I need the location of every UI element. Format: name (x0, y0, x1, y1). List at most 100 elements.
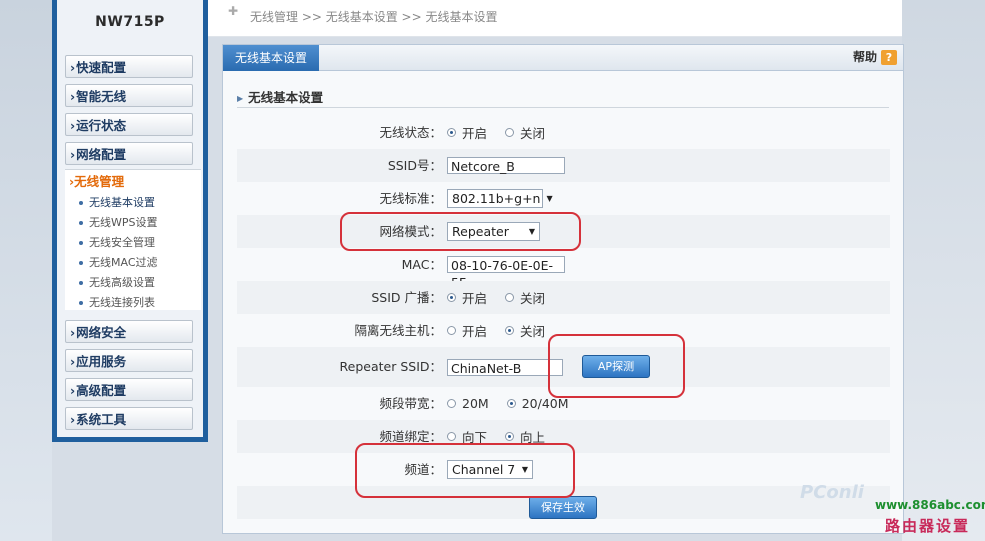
arrow-icon: › (70, 383, 76, 398)
option-label: 20M (462, 396, 489, 411)
menu-network-security[interactable]: ›网络安全 (65, 320, 193, 343)
option-label: 关闭 (520, 291, 546, 306)
bullet-icon (79, 281, 83, 285)
label-isolate: 隔离无线主机： (354, 323, 442, 338)
breadcrumb-bar: ✚ 无线管理 >> 无线基本设置 >> 无线基本设置 (208, 0, 902, 37)
option-label: 20/40M (521, 396, 569, 411)
repeater-ssid-input[interactable]: ChinaNet-B (447, 358, 563, 376)
radio-isolate-off[interactable] (505, 326, 515, 335)
chevron-down-icon: ▼ (546, 194, 553, 203)
menu-label: 快速配置 (76, 60, 127, 75)
ssid-input[interactable]: Netcore_B (447, 157, 565, 174)
label-ssid-broadcast: SSID 广播： (371, 290, 442, 305)
menu-wireless-management: ›无线管理 无线基本设置 无线WPS设置 无线安全管理 无线MAC过滤 无线高级… (65, 169, 201, 310)
arrow-icon: › (70, 118, 76, 133)
save-button[interactable]: 保存生效 (529, 496, 597, 519)
option-label: 开启 (462, 324, 488, 339)
radio-wireless-on[interactable] (447, 128, 456, 137)
label-standard: 无线标准： (379, 191, 442, 206)
select-value: 802.11b+g+n (452, 191, 541, 206)
highlight-network-mode (340, 212, 581, 251)
menu-label: 高级配置 (76, 383, 127, 398)
submenu-advanced[interactable]: 无线高级设置 (79, 274, 155, 292)
plus-icon: ✚ (228, 4, 239, 18)
radio-bw-20[interactable] (447, 399, 456, 408)
submenu-security[interactable]: 无线安全管理 (79, 234, 155, 252)
arrow-icon: › (70, 354, 76, 369)
radio-broadcast-off[interactable] (505, 293, 515, 302)
submenu-wireless-basic[interactable]: 无线基本设置 (79, 194, 155, 212)
row-ssid-broadcast: SSID 广播： 开启 关闭 (237, 281, 890, 314)
row-wireless-status: 无线状态： 开启 关闭 (237, 116, 890, 149)
option-label: 开启 (462, 291, 488, 306)
background-right (902, 0, 985, 541)
submenu-label: 无线高级设置 (89, 276, 155, 289)
label-repeater-ssid: Repeater SSID： (339, 359, 442, 374)
menu-label: 运行状态 (76, 118, 127, 133)
sidebar-panel: NW715P ›快速配置 ›智能无线 ›运行状态 ›网络配置 ›无线管理 无线基… (57, 0, 203, 437)
submenu-label: 无线基本设置 (89, 196, 155, 209)
menu-network-config[interactable]: ›网络配置 (65, 142, 193, 165)
help-link[interactable]: 帮助? (853, 48, 897, 65)
menu-system-tools[interactable]: ›系统工具 (65, 407, 193, 430)
submenu-wps[interactable]: 无线WPS设置 (79, 214, 158, 232)
triangle-icon: ▶ (237, 94, 244, 103)
radio-broadcast-on[interactable] (447, 293, 456, 302)
radio-bw-2040[interactable] (506, 399, 516, 408)
option-label: 关闭 (520, 324, 546, 339)
menu-label: 系统工具 (76, 412, 127, 427)
radio-bind-up[interactable] (505, 432, 515, 441)
radio-bind-down[interactable] (447, 432, 456, 441)
label-wireless-status: 无线状态： (379, 125, 442, 140)
bullet-icon (79, 201, 83, 205)
tab-wireless-basic[interactable]: 无线基本设置 (223, 45, 319, 71)
radio-wireless-off[interactable] (505, 128, 515, 137)
menu-label: 应用服务 (76, 354, 127, 369)
divider (237, 107, 889, 108)
arrow-icon: › (70, 325, 76, 340)
site-url: www.886abc.com (875, 498, 985, 512)
submenu-client-list[interactable]: 无线连接列表 (79, 294, 155, 312)
section-title: ▶ 无线基本设置 (237, 87, 323, 106)
label-mac: MAC： (401, 257, 442, 272)
help-icon: ? (881, 50, 897, 65)
menu-quick-setup[interactable]: ›快速配置 (65, 55, 193, 78)
bullet-icon (79, 261, 83, 265)
arrow-icon: › (70, 60, 76, 75)
menu-app-services[interactable]: ›应用服务 (65, 349, 193, 372)
submenu-label: 无线MAC过滤 (89, 256, 158, 269)
menu-wireless-management-header[interactable]: ›无线管理 (65, 170, 201, 193)
site-name: 路由器设置 (885, 517, 971, 535)
menu-label: 无线管理 (74, 174, 125, 189)
arrow-icon: › (70, 147, 76, 162)
label-ssid: SSID号： (387, 158, 442, 173)
row-mac: MAC： 08-10-76-0E-0E-5F (237, 248, 890, 290)
option-label: 开启 (462, 126, 488, 141)
menu-smart-wireless[interactable]: ›智能无线 (65, 84, 193, 107)
breadcrumb: 无线管理 >> 无线基本设置 >> 无线基本设置 (250, 10, 498, 24)
bullet-icon (79, 221, 83, 225)
mac-input[interactable]: 08-10-76-0E-0E-5F (447, 256, 565, 290)
highlight-ap-scan (548, 334, 685, 398)
section-title-text: 无线基本设置 (248, 90, 324, 105)
radio-isolate-on[interactable] (447, 326, 456, 335)
option-label: 关闭 (520, 126, 546, 141)
submenu-label: 无线WPS设置 (89, 216, 158, 229)
menu-advanced-config[interactable]: ›高级配置 (65, 378, 193, 401)
menu-label: 网络安全 (76, 325, 127, 340)
bullet-icon (79, 241, 83, 245)
tab-bar: 无线基本设置 帮助? (223, 45, 903, 71)
menu-run-status[interactable]: ›运行状态 (65, 113, 193, 136)
standard-select[interactable]: 802.11b+g+n ▼ (447, 189, 553, 208)
arrow-icon: › (70, 412, 76, 427)
label-bandwidth: 频段带宽： (379, 396, 442, 411)
submenu-mac-filter[interactable]: 无线MAC过滤 (79, 254, 158, 272)
submenu-label: 无线连接列表 (89, 296, 155, 309)
row-standard: 无线标准： 802.11b+g+n ▼ (237, 182, 890, 215)
watermark-logo: PConli (800, 482, 864, 503)
menu-label: 网络配置 (76, 147, 127, 162)
submenu-label: 无线安全管理 (89, 236, 155, 249)
background-left (0, 0, 52, 541)
row-ssid: SSID号： Netcore_B (237, 149, 890, 182)
help-label: 帮助 (852, 50, 877, 64)
